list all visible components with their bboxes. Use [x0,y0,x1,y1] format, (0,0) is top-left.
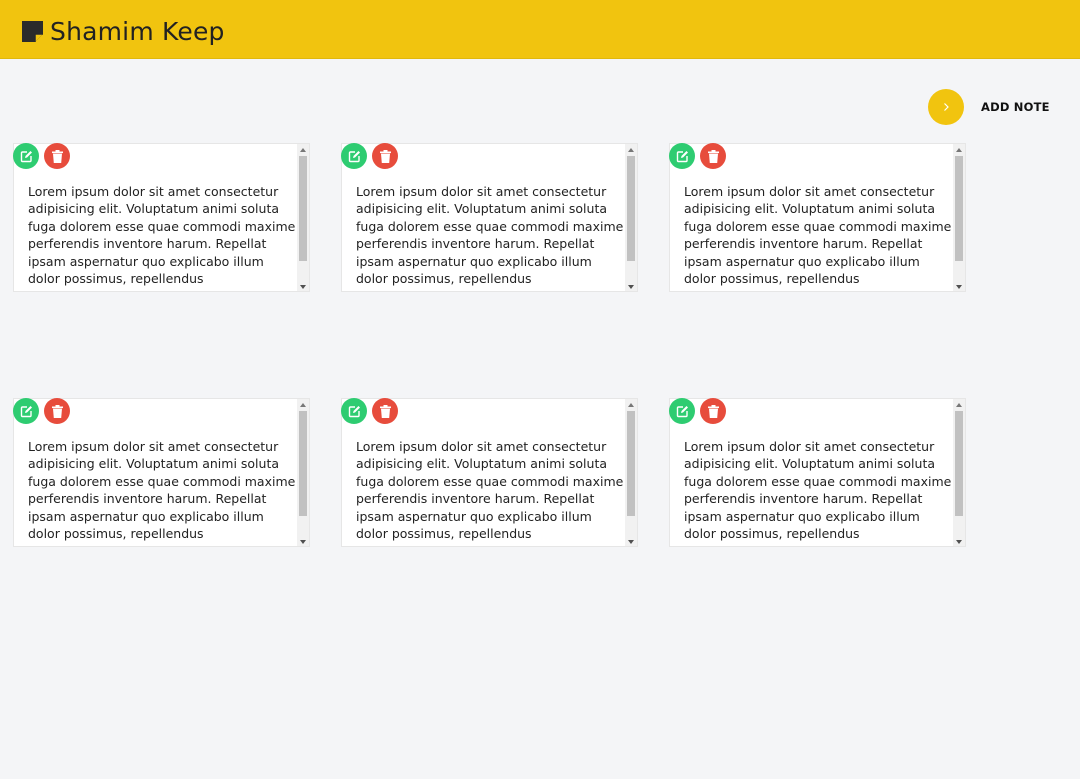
scroll-up-arrow-icon[interactable] [628,403,634,407]
scroll-down-arrow-icon[interactable] [956,285,962,289]
delete-note-button[interactable] [372,143,398,169]
scroll-thumb[interactable] [299,156,307,261]
scroll-up-arrow-icon[interactable] [300,403,306,407]
add-note-label[interactable]: ADD NOTE [981,100,1050,114]
trash-icon [51,149,63,163]
delete-note-button[interactable] [700,143,726,169]
scroll-thumb[interactable] [299,411,307,516]
scroll-up-arrow-icon[interactable] [956,403,962,407]
delete-note-button[interactable] [44,398,70,424]
edit-icon [676,150,688,162]
chevron-right-icon [944,103,949,111]
edit-note-button[interactable] [669,398,695,424]
add-note-button[interactable]: ADD NOTE [928,89,1050,125]
note-scrollbar[interactable] [953,399,965,546]
scroll-up-arrow-icon[interactable] [628,148,634,152]
scroll-thumb[interactable] [627,156,635,261]
note-card: Lorem ipsum dolor sit amet consectetur a… [13,398,310,547]
scroll-up-arrow-icon[interactable] [956,148,962,152]
delete-note-button[interactable] [44,143,70,169]
note-card: Lorem ipsum dolor sit amet consectetur a… [341,398,638,547]
edit-icon [348,405,360,417]
scroll-down-arrow-icon[interactable] [300,540,306,544]
note-card: Lorem ipsum dolor sit amet consectetur a… [341,143,638,292]
edit-icon [676,405,688,417]
scroll-thumb[interactable] [955,411,963,516]
edit-note-button[interactable] [341,398,367,424]
scroll-up-arrow-icon[interactable] [300,148,306,152]
trash-icon [379,404,391,418]
scroll-down-arrow-icon[interactable] [628,285,634,289]
add-note-circle[interactable] [928,89,964,125]
delete-note-button[interactable] [700,398,726,424]
trash-icon [707,149,719,163]
edit-note-button[interactable] [13,398,39,424]
note-text[interactable]: Lorem ipsum dolor sit amet consectetur a… [684,438,952,542]
sticky-note-icon [22,21,43,42]
trash-icon [707,404,719,418]
scroll-down-arrow-icon[interactable] [300,285,306,289]
note-scrollbar[interactable] [625,144,637,291]
note-text[interactable]: Lorem ipsum dolor sit amet consectetur a… [356,183,624,287]
app-title: Shamim Keep [50,17,225,46]
edit-icon [348,150,360,162]
edit-note-button[interactable] [13,143,39,169]
scroll-down-arrow-icon[interactable] [628,540,634,544]
note-text[interactable]: Lorem ipsum dolor sit amet consectetur a… [684,183,952,287]
scroll-thumb[interactable] [627,411,635,516]
trash-icon [51,404,63,418]
note-card: Lorem ipsum dolor sit amet consectetur a… [13,143,310,292]
edit-icon [20,150,32,162]
scroll-down-arrow-icon[interactable] [956,540,962,544]
note-card: Lorem ipsum dolor sit amet consectetur a… [669,143,966,292]
note-scrollbar[interactable] [953,144,965,291]
note-text[interactable]: Lorem ipsum dolor sit amet consectetur a… [28,183,296,287]
edit-note-button[interactable] [341,143,367,169]
note-text[interactable]: Lorem ipsum dolor sit amet consectetur a… [28,438,296,542]
note-scrollbar[interactable] [297,399,309,546]
scroll-thumb[interactable] [955,156,963,261]
note-scrollbar[interactable] [297,144,309,291]
note-card: Lorem ipsum dolor sit amet consectetur a… [669,398,966,547]
note-scrollbar[interactable] [625,399,637,546]
delete-note-button[interactable] [372,398,398,424]
app-header: Shamim Keep [0,0,1080,59]
edit-icon [20,405,32,417]
trash-icon [379,149,391,163]
edit-note-button[interactable] [669,143,695,169]
note-text[interactable]: Lorem ipsum dolor sit amet consectetur a… [356,438,624,542]
